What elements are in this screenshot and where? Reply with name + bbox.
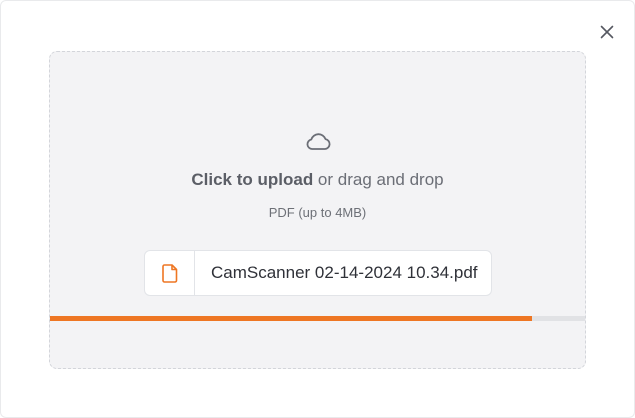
file-icon-container xyxy=(145,251,195,295)
upload-dropzone[interactable]: Click to upload or drag and drop PDF (up… xyxy=(49,51,586,369)
drag-drop-text: or drag and drop xyxy=(313,170,444,189)
upload-instruction: Click to upload or drag and drop xyxy=(50,170,585,190)
cloud-icon xyxy=(306,133,331,150)
close-button[interactable] xyxy=(597,22,617,42)
file-icon xyxy=(161,263,177,283)
file-type-hint: PDF (up to 4MB) xyxy=(268,205,367,220)
upload-progress-fill xyxy=(50,316,532,321)
click-to-upload-link[interactable]: Click to upload xyxy=(191,170,313,189)
upload-modal: Click to upload or drag and drop PDF (up… xyxy=(0,0,635,418)
file-name: CamScanner 02-14-2024 10.34.pdf xyxy=(211,263,478,282)
uploaded-file-chip: CamScanner 02-14-2024 10.34.pdf xyxy=(144,250,492,296)
upload-progress-bar xyxy=(50,316,585,321)
close-icon xyxy=(600,25,614,39)
